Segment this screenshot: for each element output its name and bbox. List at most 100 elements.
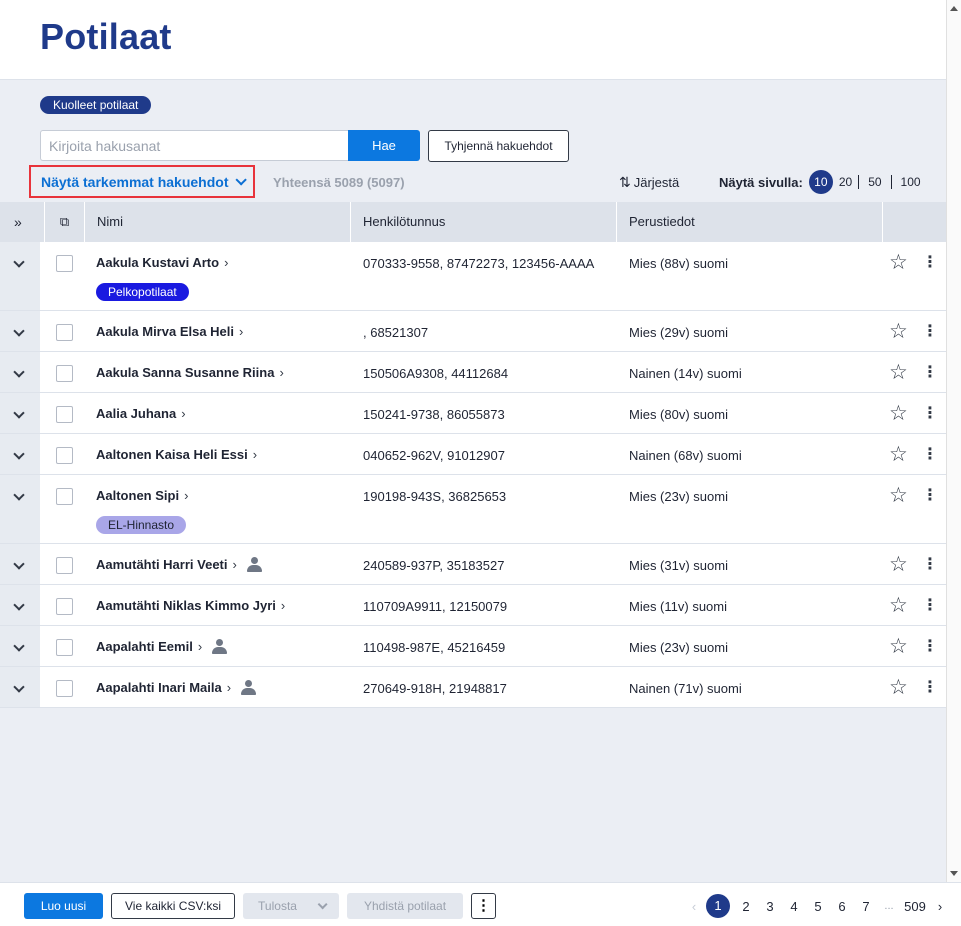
row-checkbox[interactable] <box>56 488 73 505</box>
chevron-right-icon: › <box>226 680 232 695</box>
expand-all-icon[interactable]: » <box>14 202 22 242</box>
patient-hetu: 070333-9558, 87472273, 123456-AAAA <box>363 256 595 271</box>
favorite-star-icon[interactable]: ☆ <box>889 485 908 506</box>
row-checkbox[interactable] <box>56 639 73 656</box>
page-last[interactable]: 509 <box>900 899 930 914</box>
select-all-icon[interactable]: ⧉ <box>44 202 84 242</box>
favorite-star-icon[interactable]: ☆ <box>889 252 908 273</box>
row-menu-icon[interactable]: ⋮ <box>922 322 938 342</box>
favorite-star-icon[interactable]: ☆ <box>889 321 908 342</box>
scroll-up-icon[interactable] <box>950 6 958 11</box>
patient-name-link[interactable]: Aaltonen Sipi › <box>96 488 188 503</box>
page-6[interactable]: 6 <box>830 899 854 914</box>
patient-hetu: 110498-987E, 45216459 <box>363 640 506 655</box>
patient-name: Aaltonen Sipi <box>96 488 180 503</box>
patient-name-link[interactable]: Aapalahti Inari Maila › <box>96 680 257 695</box>
column-header-name[interactable]: Nimi <box>84 202 350 242</box>
row-menu-icon[interactable]: ⋮ <box>922 486 938 506</box>
page-2[interactable]: 2 <box>734 899 758 914</box>
favorite-star-icon[interactable]: ☆ <box>889 444 908 465</box>
row-menu-icon[interactable]: ⋮ <box>922 404 938 424</box>
favorite-star-icon[interactable]: ☆ <box>889 362 908 383</box>
row-checkbox[interactable] <box>56 680 73 697</box>
row-checkbox[interactable] <box>56 324 73 341</box>
per-page-option-100[interactable]: 100 <box>890 175 930 189</box>
more-actions-button[interactable]: ⋮ <box>471 893 496 919</box>
patient-name-link[interactable]: Aaltonen Kaisa Heli Essi › <box>96 447 257 462</box>
patient-name-link[interactable]: Aakula Mirva Elsa Heli › <box>96 324 243 339</box>
row-checkbox[interactable] <box>56 255 73 272</box>
page-5[interactable]: 5 <box>806 899 830 914</box>
next-page-icon[interactable]: › <box>934 899 946 914</box>
per-page-option-20[interactable]: 20 <box>839 175 858 189</box>
table-row[interactable]: Aapalahti Eemil › 110498-987E, 45216459 Mie… <box>0 626 946 667</box>
table-row[interactable]: Aapalahti Inari Maila › 270649-918H, 21948… <box>0 667 946 708</box>
patient-tag: Pelkopotilaat <box>96 283 189 301</box>
patient-name-link[interactable]: Aakula Sanna Susanne Riina › <box>96 365 284 380</box>
patient-name-link[interactable]: Aamutähti Niklas Kimmo Jyri › <box>96 598 285 613</box>
export-csv-button[interactable]: Vie kaikki CSV:ksi <box>111 893 235 919</box>
clear-filters-button[interactable]: Tyhjennä hakuehdot <box>428 130 569 162</box>
per-page-option-50[interactable]: 50 <box>858 175 890 189</box>
patient-hetu: 150506A9308, 44112684 <box>363 366 509 381</box>
row-menu-icon[interactable]: ⋮ <box>922 678 938 698</box>
row-checkbox[interactable] <box>56 557 73 574</box>
deceased-patients-chip[interactable]: Kuolleet potilaat <box>40 96 152 114</box>
column-header-info[interactable]: Perustiedot <box>616 202 882 242</box>
advanced-search-toggle[interactable]: Näytä tarkemmat hakuehdot <box>29 165 255 198</box>
favorite-star-icon[interactable]: ☆ <box>889 554 908 575</box>
patient-name-link[interactable]: Aapalahti Eemil › <box>96 639 228 654</box>
prev-page-icon[interactable]: ‹ <box>688 899 700 914</box>
favorite-star-icon[interactable]: ☆ <box>889 677 908 698</box>
column-header-hetu[interactable]: Henkilötunnus <box>350 202 616 242</box>
person-icon <box>246 557 262 572</box>
vertical-scrollbar[interactable] <box>946 0 961 882</box>
page-title: Potilaat <box>40 16 172 57</box>
row-menu-icon[interactable]: ⋮ <box>922 555 938 575</box>
search-input[interactable] <box>40 130 349 161</box>
table-row[interactable]: Aaltonen Sipi › 190198-943S, 36825653 Mies … <box>0 475 946 544</box>
search-button[interactable]: Hae <box>348 130 420 161</box>
page-4[interactable]: 4 <box>782 899 806 914</box>
patient-name-link[interactable]: Aamutähti Harri Veeti › <box>96 557 262 572</box>
row-menu-icon[interactable]: ⋮ <box>922 445 938 465</box>
per-page-option-10[interactable]: 10 <box>808 170 833 194</box>
row-menu-icon[interactable]: ⋮ <box>922 637 938 657</box>
page-7[interactable]: 7 <box>854 899 878 914</box>
table-row[interactable]: Aamutähti Niklas Kimmo Jyri › 110709A9911,… <box>0 585 946 626</box>
sort-button[interactable]: ⇅ Järjestä <box>619 172 679 192</box>
table-row[interactable]: Aakula Kustavi Arto › 070333-9558, 8747227… <box>0 242 946 311</box>
patient-name: Aapalahti Eemil <box>96 639 193 654</box>
table-row[interactable]: Aaltonen Kaisa Heli Essi › 040652-962V, 91… <box>0 434 946 475</box>
page-1[interactable]: 1 <box>706 894 730 918</box>
row-checkbox[interactable] <box>56 447 73 464</box>
person-icon <box>241 680 257 695</box>
merge-patients-button[interactable]: Yhdistä potilaat <box>347 893 463 919</box>
patient-name-link[interactable]: Aakula Kustavi Arto › <box>96 255 228 270</box>
patient-name: Aapalahti Inari Maila <box>96 680 222 695</box>
table-row[interactable]: Aakula Mirva Elsa Heli › , 68521307 Mies (2… <box>0 311 946 352</box>
row-checkbox[interactable] <box>56 406 73 423</box>
patient-hetu: 270649-918H, 21948817 <box>363 681 507 696</box>
table-row[interactable]: Aakula Sanna Susanne Riina › 150506A9308, … <box>0 352 946 393</box>
patient-basic-info: Nainen (71v) suomi <box>629 681 742 696</box>
favorite-star-icon[interactable]: ☆ <box>889 595 908 616</box>
print-button[interactable]: Tulosta <box>243 893 339 919</box>
row-menu-icon[interactable]: ⋮ <box>922 253 938 273</box>
patient-hetu: 040652-962V, 91012907 <box>363 448 505 463</box>
scroll-down-icon[interactable] <box>950 871 958 876</box>
patient-name-link[interactable]: Aalia Juhana › <box>96 406 186 421</box>
create-new-button[interactable]: Luo uusi <box>24 893 103 919</box>
table-row[interactable]: Aalia Juhana › 150241-9738, 86055873 Mies (… <box>0 393 946 434</box>
patient-hetu: 240589-937P, 35183527 <box>363 558 505 573</box>
row-menu-icon[interactable]: ⋮ <box>922 596 938 616</box>
chevron-right-icon: › <box>239 324 244 339</box>
footer-toolbar: Luo uusi Vie kaikki CSV:ksi Tulosta Yhdi… <box>0 882 961 926</box>
row-checkbox[interactable] <box>56 598 73 615</box>
page-3[interactable]: 3 <box>758 899 782 914</box>
favorite-star-icon[interactable]: ☆ <box>889 403 908 424</box>
row-menu-icon[interactable]: ⋮ <box>922 363 938 383</box>
table-row[interactable]: Aamutähti Harri Veeti › 240589-937P, 35183… <box>0 544 946 585</box>
row-checkbox[interactable] <box>56 365 73 382</box>
favorite-star-icon[interactable]: ☆ <box>889 636 908 657</box>
